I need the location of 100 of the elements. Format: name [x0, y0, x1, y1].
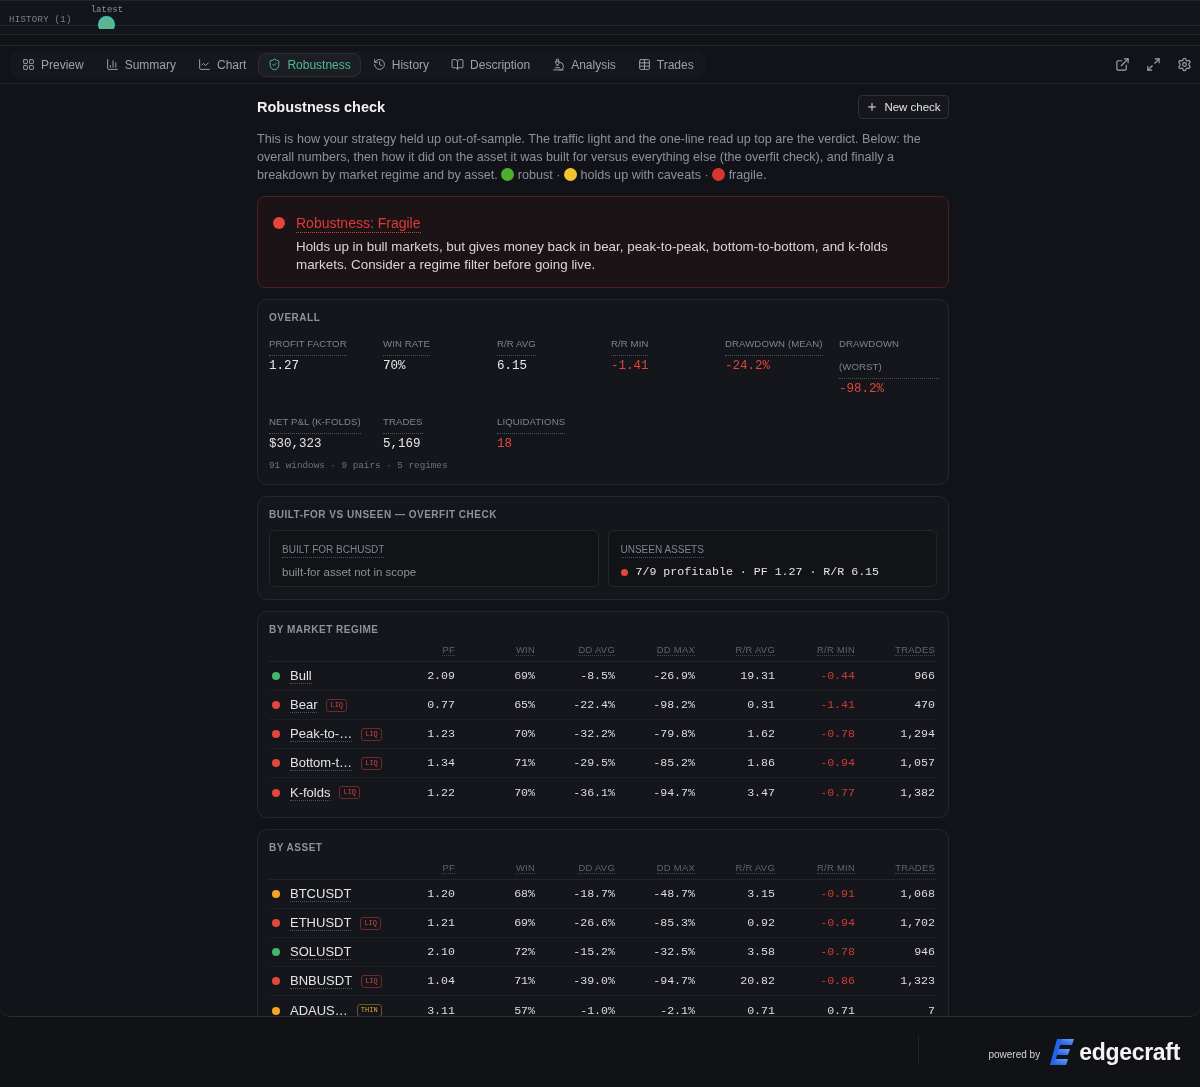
table-cell: 1.04	[427, 974, 455, 988]
card-title: BY ASSET	[269, 842, 324, 853]
card-title: BUILT-FOR VS UNSEEN — OVERFIT CHECK	[269, 509, 498, 520]
tab[interactable]: Preview	[12, 52, 94, 77]
card-title: OVERALL	[269, 312, 322, 323]
footnote: 91 windows · 9 pairs · 5 regimes	[269, 460, 449, 472]
table-cell: -85.2%	[653, 756, 695, 770]
external-link-icon	[1114, 57, 1130, 72]
table-cell: 3.15	[747, 887, 775, 901]
table-cell: 69%	[514, 916, 535, 930]
tab[interactable]: Trades	[627, 52, 704, 77]
table-cell: 71%	[514, 974, 535, 988]
row-name: SOLUSDT	[290, 944, 352, 960]
table-cell: -8.5%	[580, 669, 615, 683]
column-header: WIN	[515, 862, 535, 874]
microscope-icon	[552, 58, 566, 71]
metric-label: R/R AVG	[497, 332, 536, 356]
row-name: Bottom-t…	[290, 755, 353, 771]
table-cell: 0.31	[747, 698, 775, 712]
table-cell: -0.44	[820, 669, 855, 683]
metric-value: 70%	[383, 358, 406, 374]
table-cell: 0.77	[427, 698, 455, 712]
table-cell: 2.09	[427, 669, 455, 683]
metric-label: PROFIT FACTOR	[269, 332, 347, 356]
row-name: Bear	[290, 697, 318, 713]
new-check-button[interactable]: New check	[858, 95, 949, 119]
table-cell: -26.6%	[573, 916, 615, 930]
table-cell: -0.78	[820, 945, 855, 959]
column-header: PF	[442, 644, 455, 656]
row-name: BNBUSDT	[290, 973, 353, 989]
table-cell: 1,068	[900, 887, 935, 901]
shield-check-icon	[268, 58, 282, 71]
column-header: R/R AVG	[735, 862, 775, 874]
table-cell: -1.0%	[580, 1003, 615, 1016]
metric-value: $30,323	[269, 436, 322, 452]
table-cell: 2.10	[427, 945, 455, 959]
table-cell: 0.92	[747, 916, 775, 930]
metric-value: 5,169	[383, 436, 421, 452]
table-cell: 0.71	[747, 1003, 775, 1016]
table-cell: -98.2%	[653, 698, 695, 712]
column-header: TRADES	[895, 644, 935, 656]
row-name: Peak-to-…	[290, 726, 353, 742]
table-cell: -0.78	[820, 727, 855, 741]
table-cell: 71%	[514, 756, 535, 770]
table-cell: 1.34	[427, 756, 455, 770]
table-cell: -48.7%	[653, 887, 695, 901]
plus-icon	[866, 101, 879, 113]
table-cell: -18.7%	[573, 887, 615, 901]
table-cell: -0.86	[820, 974, 855, 988]
table-cell: 57%	[514, 1003, 535, 1016]
column-header: DD AVG	[578, 644, 615, 656]
panel-label: BUILT FOR BCHUSDT	[282, 543, 385, 558]
row-name: ADAUS…	[290, 1002, 348, 1016]
table-cell: -15.2%	[573, 945, 615, 959]
column-header: R/R AVG	[735, 644, 775, 656]
table-cell: 1.62	[747, 727, 775, 741]
metric-label: DRAWDOWN (WORST)	[839, 332, 939, 379]
tab[interactable]: Analysis	[542, 52, 626, 77]
tab[interactable]: History	[362, 52, 440, 77]
column-header: R/R MIN	[816, 644, 855, 656]
metric-value: -1.41	[611, 358, 649, 374]
table-cell: 1,294	[900, 727, 935, 741]
metric-value: 1.27	[269, 358, 299, 374]
table-cell: -1.41	[820, 698, 855, 712]
table-cell: -36.1%	[573, 785, 615, 800]
table-cell: 69%	[514, 669, 535, 683]
table-cell: 3.58	[747, 945, 775, 959]
tab[interactable]: Chart	[188, 52, 257, 77]
table-cell: -32.5%	[653, 945, 695, 959]
metric-label: R/R MIN	[611, 332, 649, 356]
line-chart-icon	[198, 58, 212, 71]
page-title: Robustness check	[257, 99, 386, 115]
table-cell: 7	[928, 1003, 935, 1016]
metric-value: 18	[497, 436, 512, 452]
table-cell: 3.47	[747, 785, 775, 800]
tab[interactable]: Robustness	[258, 52, 361, 77]
table-cell: -22.4%	[573, 698, 615, 712]
table-cell: -94.7%	[653, 974, 695, 988]
column-header: R/R MIN	[816, 862, 855, 874]
column-header: DD MAX	[656, 862, 695, 874]
table-icon	[637, 58, 651, 71]
column-header: PF	[442, 862, 455, 874]
table-cell: -85.3%	[653, 916, 695, 930]
table-cell: -0.91	[820, 887, 855, 901]
metric-value: -98.2%	[839, 381, 884, 397]
tab[interactable]: Summary	[95, 52, 187, 77]
panel-label: UNSEEN ASSETS	[620, 543, 704, 558]
table-cell: 1,323	[900, 974, 935, 988]
table-cell: 1.21	[427, 916, 455, 930]
metric-label: TRADES	[383, 410, 423, 434]
expand-icon	[1145, 57, 1161, 72]
brand-name: edgecraft	[1079, 1038, 1180, 1066]
table-cell: 1,382	[900, 785, 935, 800]
history-label: HISTORY (1)	[9, 15, 72, 26]
column-header: DD MAX	[656, 644, 695, 656]
table-cell: -39.0%	[573, 974, 615, 988]
table-cell: 1,702	[900, 916, 935, 930]
logo-icon	[1050, 1039, 1075, 1065]
table-cell: -26.9%	[653, 669, 695, 683]
tab[interactable]: Description	[441, 52, 541, 77]
